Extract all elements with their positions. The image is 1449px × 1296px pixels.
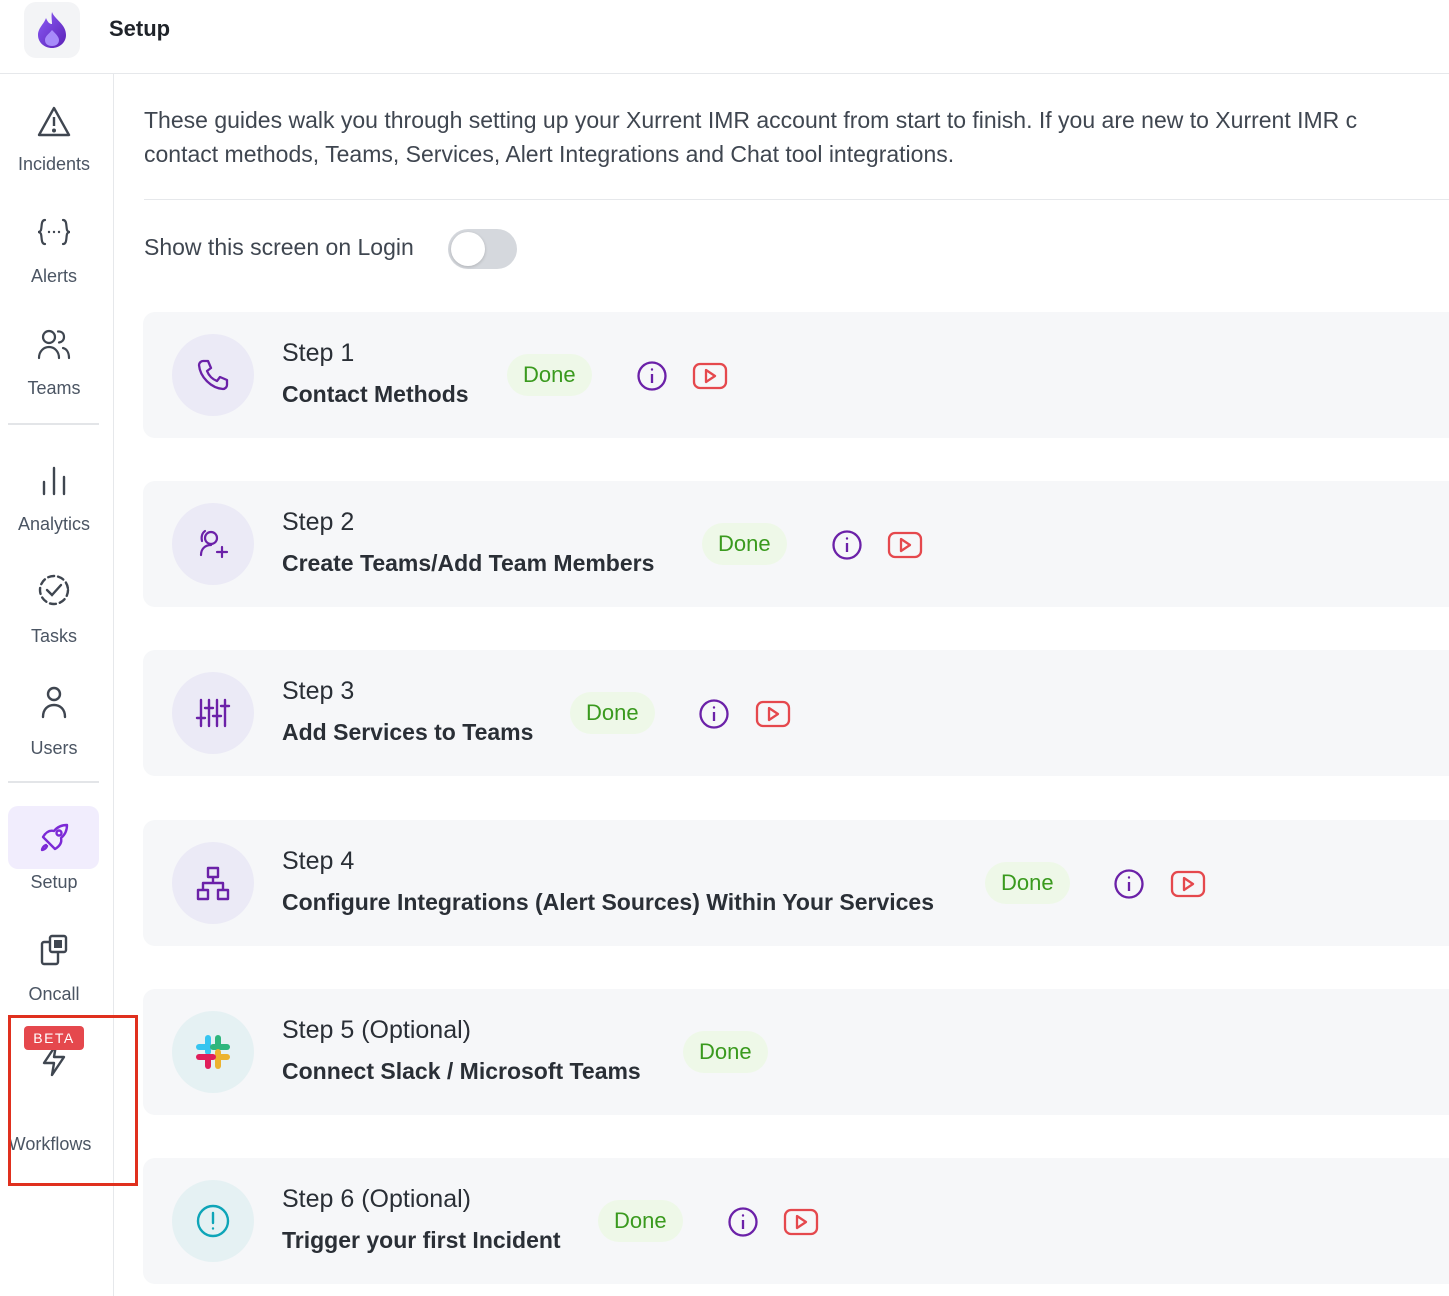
intro-text: These guides walk you through setting up…	[144, 103, 1449, 171]
step-card: Step 5 (Optional) Connect Slack / Micros…	[143, 989, 1449, 1115]
step-title: Connect Slack / Microsoft Teams	[282, 1058, 641, 1084]
step-icon-circle	[172, 334, 254, 416]
intro-line: contact methods, Teams, Services, Alert …	[144, 141, 955, 167]
flame-logo-icon	[38, 12, 66, 48]
video-play-icon[interactable]	[1170, 870, 1206, 898]
intro-line: These guides walk you through setting up…	[144, 107, 1358, 133]
show-on-login-toggle[interactable]	[448, 229, 517, 269]
step-title: Contact Methods	[282, 381, 469, 407]
warning-triangle-icon	[34, 102, 74, 142]
video-play-icon[interactable]	[755, 700, 791, 728]
info-icon[interactable]	[698, 698, 730, 730]
status-badge: Done	[702, 523, 787, 565]
hierarchy-icon	[196, 866, 230, 901]
sidebar-item-label: Analytics	[17, 514, 91, 534]
people-icon	[34, 324, 74, 364]
sidebar-item-users[interactable]: Users	[0, 682, 108, 766]
step-number: Step 4	[282, 847, 355, 875]
sidebar-item-teams[interactable]: Teams	[0, 322, 108, 406]
rocket-icon	[34, 818, 74, 858]
step-icon-circle	[172, 1011, 254, 1093]
phone-icon	[197, 359, 229, 391]
info-icon[interactable]	[831, 529, 863, 561]
step-number: Step 3	[282, 677, 355, 705]
sidebar-item-analytics[interactable]: Analytics	[0, 458, 108, 542]
sidebar-item-setup[interactable]: Setup	[0, 816, 108, 900]
video-play-icon[interactable]	[887, 531, 923, 559]
step-number: Step 6 (Optional)	[282, 1185, 471, 1213]
toggle-knob	[451, 232, 485, 266]
info-icon[interactable]	[1113, 868, 1145, 900]
step-card: Step 1 Contact Methods Done	[143, 312, 1449, 438]
sidebar-item-label: Setup	[30, 872, 78, 892]
step-number: Step 2	[282, 508, 355, 536]
sidebar-divider	[8, 423, 99, 425]
toggle-label: Show this screen on Login	[144, 234, 414, 260]
step-title: Trigger your first Incident	[282, 1227, 561, 1253]
alert-circle-icon	[196, 1204, 230, 1238]
step-title: Add Services to Teams	[282, 719, 534, 745]
sidebar-item-label: Alerts	[30, 266, 77, 286]
slack-icon	[196, 1035, 230, 1069]
divider	[144, 199, 1449, 200]
video-play-icon[interactable]	[783, 1208, 819, 1236]
step-card: Step 2 Create Teams/Add Team Members Don…	[143, 481, 1449, 607]
step-card: Step 4 Configure Integrations (Alert Sou…	[143, 820, 1449, 946]
add-user-icon	[199, 529, 229, 559]
step-card: Step 3 Add Services to Teams Done	[143, 650, 1449, 776]
check-circle-icon	[34, 570, 74, 610]
status-badge: Done	[683, 1031, 768, 1073]
sidebar-item-incidents[interactable]: Incidents	[0, 98, 108, 182]
page-title: Setup	[109, 16, 171, 41]
sidebar-item-alerts[interactable]: Alerts	[0, 210, 108, 294]
app-logo[interactable]	[24, 2, 80, 58]
sidebar-item-label: Incidents	[17, 154, 91, 174]
step-icon-circle	[172, 672, 254, 754]
status-badge: Done	[570, 692, 655, 734]
info-icon[interactable]	[636, 360, 668, 392]
sliders-icon	[195, 698, 231, 728]
sidebar-item-label: Tasks	[30, 626, 77, 646]
bar-chart-icon	[34, 460, 74, 500]
step-icon-circle	[172, 842, 254, 924]
video-play-icon[interactable]	[692, 362, 728, 390]
highlight-annotation	[8, 1015, 138, 1186]
step-card: Step 6 (Optional) Trigger your first Inc…	[143, 1158, 1449, 1284]
sidebar-item-label: Oncall	[28, 984, 80, 1004]
sidebar-divider	[8, 781, 99, 783]
sidebar-item-label: Teams	[27, 378, 81, 398]
step-number: Step 1	[282, 339, 355, 367]
sidebar-item-label: Users	[30, 738, 78, 758]
top-bar: Setup	[0, 0, 1449, 74]
status-badge: Done	[985, 862, 1070, 904]
status-badge: Done	[598, 1200, 683, 1242]
step-title: Configure Integrations (Alert Sources) W…	[282, 889, 934, 915]
step-icon-circle	[172, 1180, 254, 1262]
step-title: Create Teams/Add Team Members	[282, 550, 655, 576]
info-icon[interactable]	[727, 1206, 759, 1238]
oncall-icon	[34, 930, 74, 970]
status-badge: Done	[507, 354, 592, 396]
user-icon	[34, 682, 74, 722]
braces-icon	[34, 212, 74, 252]
sidebar-item-tasks[interactable]: Tasks	[0, 570, 108, 654]
step-number: Step 5 (Optional)	[282, 1016, 471, 1044]
sidebar-item-oncall[interactable]: Oncall	[0, 928, 108, 1012]
step-icon-circle	[172, 503, 254, 585]
